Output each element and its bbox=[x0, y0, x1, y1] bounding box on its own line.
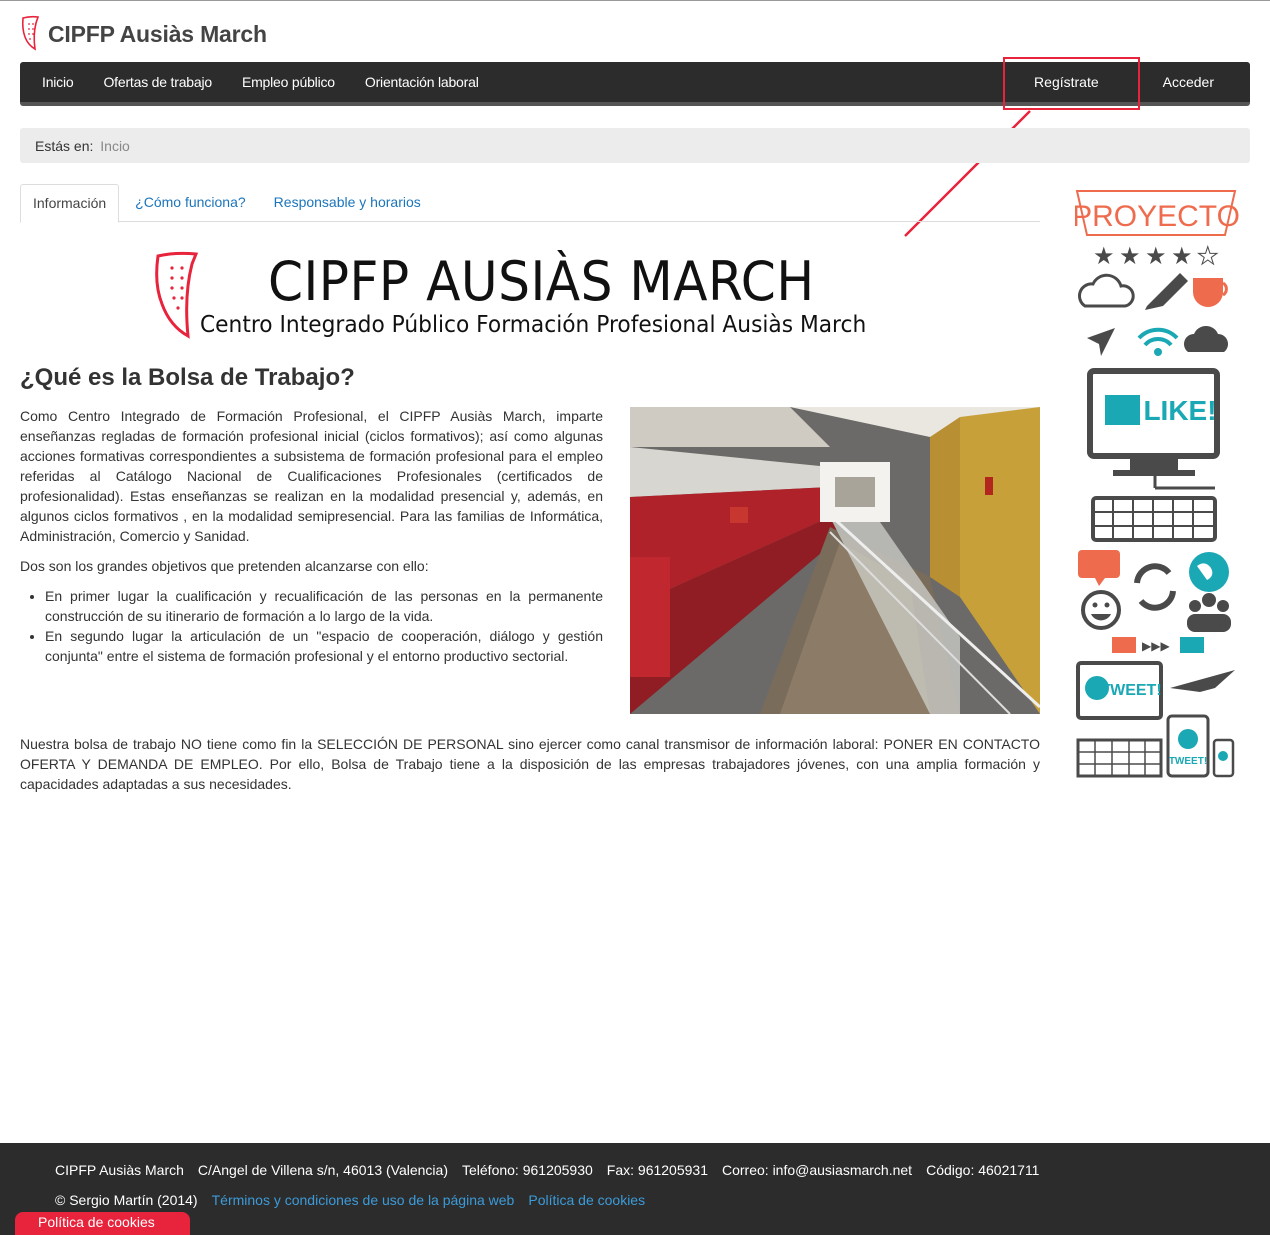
paper-plane-icon bbox=[1170, 670, 1235, 692]
top-border bbox=[0, 0, 1270, 1]
intro-text: Como Centro Integrado de Formación Profe… bbox=[20, 406, 603, 666]
school-interior-photo bbox=[630, 407, 1040, 714]
mail-icon bbox=[1112, 637, 1136, 653]
list-item: En primer lugar la cualificación y recua… bbox=[45, 586, 603, 626]
proyecto-label: PROYECTO bbox=[1075, 200, 1240, 233]
tab-informacion[interactable]: Información bbox=[20, 184, 120, 223]
refresh-icon bbox=[1134, 563, 1176, 611]
cloud-sync-icon bbox=[1078, 273, 1135, 308]
paper-plane-icon bbox=[1087, 328, 1115, 356]
tweet-label: TWEET! bbox=[1100, 682, 1161, 699]
svg-text:▶▶▶: ▶▶▶ bbox=[1142, 639, 1170, 653]
objectives-intro: Dos son los grandes objetivos que preten… bbox=[20, 558, 429, 574]
bolsa-description: Nuestra bolsa de trabajo NO tiene como f… bbox=[20, 736, 1040, 792]
chat-bubble-icon bbox=[1078, 550, 1120, 586]
like-label: LIKE! bbox=[1143, 395, 1216, 426]
banner-title: CIPFP AUSIÀS MARCH bbox=[268, 250, 815, 313]
terms-link[interactable]: Términos y condiciones de uso de la pági… bbox=[212, 1192, 515, 1208]
intro-paragraph: Como Centro Integrado de Formación Profe… bbox=[20, 408, 603, 544]
wifi-icon bbox=[1137, 327, 1179, 347]
list-item: En segundo lugar la articulación de un "… bbox=[45, 626, 603, 666]
tab-responsable-horarios[interactable]: Responsable y horarios bbox=[262, 184, 433, 222]
svg-text:★: ★ bbox=[1093, 242, 1115, 270]
register-highlight-box bbox=[1003, 57, 1140, 110]
svg-text:★: ★ bbox=[1119, 242, 1141, 270]
login-link[interactable]: Acceder bbox=[1163, 74, 1214, 90]
footer-phone: Teléfono: 961205930 bbox=[462, 1162, 593, 1178]
tab-como-funciona[interactable]: ¿Cómo funciona? bbox=[123, 184, 258, 222]
site-brand[interactable]: CIPFP Ausiàs March bbox=[20, 14, 267, 54]
svg-text:★: ★ bbox=[1197, 242, 1219, 270]
nav-orientacion-laboral[interactable]: Orientación laboral bbox=[365, 74, 479, 90]
school-logo-icon bbox=[21, 15, 40, 51]
cookie-policy-tab[interactable]: Política de cookies bbox=[15, 1212, 190, 1235]
coffee-cup-icon bbox=[1193, 278, 1228, 307]
breadcrumb-prefix: Estás en: bbox=[35, 138, 94, 154]
footer-contact-info: CIPFP Ausiàs March C/Angel de Villena s/… bbox=[55, 1162, 1053, 1178]
content-tabs: Información ¿Cómo funciona? Responsable … bbox=[20, 184, 1040, 223]
smiley-icon bbox=[1081, 590, 1121, 630]
footer-code: Código: 46021711 bbox=[926, 1162, 1040, 1178]
breadcrumb: Estás en: Incio bbox=[20, 128, 1250, 163]
nav-ofertas-trabajo[interactable]: Ofertas de trabajo bbox=[103, 74, 212, 90]
objectives-list: En primer lugar la cualificación y recua… bbox=[45, 586, 603, 666]
pencil-icon bbox=[1145, 273, 1188, 310]
nav-inicio[interactable]: Inicio bbox=[42, 74, 74, 90]
footer-links: © Sergio Martín (2014) Términos y condic… bbox=[55, 1192, 659, 1208]
mail-icon bbox=[1180, 637, 1204, 653]
svg-text:★: ★ bbox=[1145, 242, 1167, 270]
svg-text:★: ★ bbox=[1171, 242, 1193, 270]
footer-address: C/Angel de Villena s/n, 46013 (Valencia) bbox=[197, 1162, 448, 1178]
section-heading: ¿Qué es la Bolsa de Trabajo? bbox=[20, 364, 355, 391]
school-logo-icon bbox=[155, 251, 199, 339]
footer-copyright: © Sergio Martín (2014) bbox=[55, 1192, 198, 1208]
cloud-icon bbox=[1184, 326, 1228, 352]
footer-email: Correo: info@ausiasmarch.net bbox=[722, 1162, 913, 1178]
cookies-policy-link[interactable]: Política de cookies bbox=[528, 1192, 645, 1208]
footer-fax: Fax: 961205931 bbox=[606, 1162, 708, 1178]
users-group-icon bbox=[1187, 593, 1231, 632]
breadcrumb-current[interactable]: Incio bbox=[100, 138, 130, 154]
banner-subtitle: Centro Integrado Público Formación Profe… bbox=[200, 312, 867, 338]
tweet-label-small: TWEET! bbox=[1169, 756, 1207, 767]
footer-school-name: CIPFP Ausiàs March bbox=[55, 1162, 184, 1178]
keyboard-icon bbox=[1076, 738, 1163, 778]
site-title[interactable]: CIPFP Ausiàs March bbox=[48, 21, 267, 48]
site-footer: CIPFP Ausiàs March C/Angel de Villena s/… bbox=[0, 1143, 1270, 1235]
thumbs-up-icon bbox=[1105, 395, 1140, 425]
school-banner: CIPFP AUSIÀS MARCH Centro Integrado Públ… bbox=[150, 248, 910, 343]
rating-stars-icon: ★ ★ ★ ★ ★ bbox=[1093, 242, 1219, 271]
nav-empleo-publico[interactable]: Empleo público bbox=[242, 74, 335, 90]
sidebar-social-illustration: PROYECTO ★ ★ ★ ★ ★ LIKE! ▶▶▶ TWEET! TWEE… bbox=[1075, 190, 1240, 778]
